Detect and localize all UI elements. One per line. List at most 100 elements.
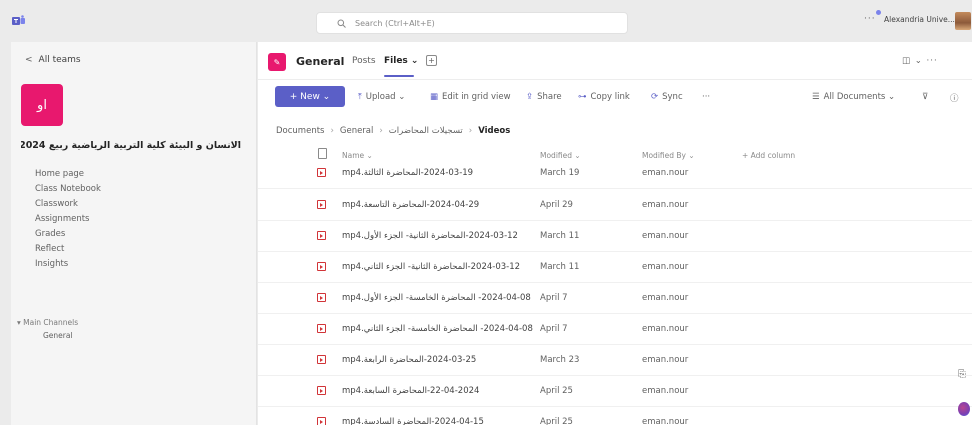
main-channels-heading[interactable]: ▾ Main Channels (17, 318, 78, 327)
file-name[interactable]: 2024-04-15-المحاضرة السادسة.mp4 (342, 417, 484, 425)
grid-icon: ▦ (430, 92, 439, 102)
share-button[interactable]: ⇪ Share (526, 92, 562, 102)
table-row[interactable]: 2024-04-08- المحاضرة الخامسة- الجزء الأو… (258, 283, 972, 314)
table-row[interactable]: 2024-03-19-المحاضرة الثالثة.mp4 March 19… (258, 168, 972, 189)
file-modified: March 11 (540, 262, 580, 272)
channel-title: General (296, 55, 345, 68)
view-icon: ☰ (812, 92, 820, 102)
file-name[interactable]: 2024-04-08- المحاضرة الخامسة- الجزء الثا… (342, 324, 533, 334)
video-file-icon (317, 168, 326, 177)
link-icon: ⊶ (578, 92, 587, 102)
channel-general[interactable]: General (43, 331, 73, 340)
video-file-icon (317, 262, 326, 271)
video-file-icon (317, 386, 326, 395)
team-name: الانسان و البيئة كلية التربية الرياضية ر… (21, 140, 241, 151)
breadcrumb-documents[interactable]: Documents (276, 126, 324, 136)
main-panel: ✎ General Posts Files ⌄ + ◫ ⌄ ··· + New … (258, 42, 972, 425)
tab-posts[interactable]: Posts (352, 56, 376, 66)
sync-button[interactable]: ⟳ Sync (651, 92, 683, 102)
nav-reflect[interactable]: Reflect (35, 242, 101, 257)
file-list: 2024-03-19-المحاضرة الثالثة.mp4 March 19… (258, 168, 972, 425)
new-button[interactable]: + New ⌄ (275, 86, 345, 107)
file-modified: March 23 (540, 355, 580, 365)
table-row[interactable]: 2024-04-29-المحاضرة التاسعة.mp4 April 29… (258, 190, 972, 221)
add-tab-button[interactable]: + (426, 55, 437, 66)
edit-grid-button[interactable]: ▦ Edit in grid view (430, 92, 511, 102)
nav-class-notebook[interactable]: Class Notebook (35, 182, 101, 197)
table-row[interactable]: 2024-04-08- المحاضرة الخامسة- الجزء الثا… (258, 314, 972, 345)
breadcrumb-recordings[interactable]: تسجيلات المحاضرات (389, 126, 463, 136)
file-modified-by: eman.nour (642, 262, 689, 272)
file-name[interactable]: 2024-04-29-المحاضرة التاسعة.mp4 (342, 200, 479, 210)
all-teams-label: All teams (38, 55, 81, 65)
filter-icon[interactable]: ⊽ (922, 92, 928, 102)
file-modified: April 7 (540, 324, 568, 334)
video-file-icon (317, 417, 326, 425)
column-modified[interactable]: Modified ⌄ (540, 151, 581, 160)
copilot-icon[interactable] (958, 402, 970, 416)
nav-classwork[interactable]: Classwork (35, 197, 101, 212)
file-modified-by: eman.nour (642, 324, 689, 334)
table-row[interactable]: 2024-03-25-المحاضرة الرابعة.mp4 March 23… (258, 345, 972, 376)
sync-label: Sync (662, 92, 683, 102)
active-tab-indicator (384, 75, 414, 77)
file-name[interactable]: 2024-03-19-المحاضرة الثالثة.mp4 (342, 168, 473, 178)
team-nav: Home page Class Notebook Classwork Assig… (35, 167, 101, 272)
all-teams-link[interactable]: < All teams (25, 55, 81, 65)
left-panel: < All teams او ··· الانسان و البيئة كلية … (11, 42, 257, 425)
copy-link-button[interactable]: ⊶ Copy link (578, 92, 630, 102)
video-file-icon (317, 355, 326, 364)
file-name[interactable]: 2024-03-12-المحاضرة الثانية- الجزء الأول… (342, 231, 518, 241)
file-name[interactable]: 2024-03-12-المحاضرة الثانية- الجزء الثان… (342, 262, 520, 272)
breadcrumb-separator-icon: › (330, 126, 334, 136)
upload-button[interactable]: ⤒ Upload ⌄ (358, 92, 405, 102)
file-modified: March 11 (540, 231, 580, 241)
team-avatar: او (21, 84, 63, 126)
breadcrumb-separator-icon: › (379, 126, 383, 136)
nav-grades[interactable]: Grades (35, 227, 101, 242)
video-file-icon (317, 200, 326, 209)
video-file-icon (317, 231, 326, 240)
file-name[interactable]: 2024-04-08- المحاضرة الخامسة- الجزء الأو… (342, 293, 531, 303)
search-input[interactable] (355, 16, 615, 31)
share-icon: ⇪ (526, 92, 534, 102)
file-modified: April 7 (540, 293, 568, 303)
column-modified-by[interactable]: Modified By ⌄ (642, 151, 695, 160)
nav-insights[interactable]: Insights (35, 257, 101, 272)
share-label: Share (537, 92, 562, 102)
table-row[interactable]: 2024-04-15-المحاضرة السادسة.mp4 April 25… (258, 407, 972, 425)
chevron-left-icon: < (25, 55, 33, 65)
table-row[interactable]: 2024-03-12-المحاضرة الثانية- الجزء الثان… (258, 252, 972, 283)
breadcrumb-videos: Videos (478, 126, 511, 136)
tab-files[interactable]: Files ⌄ (384, 56, 418, 66)
file-modified-by: eman.nour (642, 231, 689, 241)
view-selector[interactable]: ☰ All Documents ⌄ (812, 92, 895, 102)
sync-icon: ⟳ (651, 92, 659, 102)
column-name[interactable]: Name ⌄ (342, 151, 373, 160)
table-row[interactable]: 22-04-2024-المحاضرة السابعة.mp4 April 25… (258, 376, 972, 407)
file-name[interactable]: 22-04-2024-المحاضرة السابعة.mp4 (342, 386, 479, 396)
breadcrumb-separator-icon: › (468, 126, 473, 136)
file-modified-by: eman.nour (642, 417, 689, 425)
search-box[interactable] (316, 12, 628, 34)
toolbar-more-icon[interactable]: ··· (702, 92, 710, 102)
breadcrumb-general[interactable]: General (340, 126, 374, 136)
channel-header: ✎ General Posts Files ⌄ + ◫ ⌄ ··· (258, 42, 972, 80)
add-column-button[interactable]: + Add column (742, 151, 795, 160)
table-row[interactable]: 2024-03-12-المحاضرة الثانية- الجزء الأول… (258, 221, 972, 252)
nav-home-page[interactable]: Home page (35, 167, 101, 182)
teams-logo-icon[interactable] (12, 15, 25, 26)
user-avatar[interactable] (955, 12, 971, 30)
info-icon[interactable]: ⓘ (950, 92, 959, 104)
translate-icon[interactable]: ⎘ (958, 369, 970, 381)
more-options-icon[interactable]: ··· (864, 14, 876, 24)
file-modified-by: eman.nour (642, 293, 689, 303)
file-name[interactable]: 2024-03-25-المحاضرة الرابعة.mp4 (342, 355, 476, 365)
header-actions[interactable]: ◫ ⌄ ··· (902, 56, 938, 66)
copy-link-label: Copy link (590, 92, 630, 102)
file-modified-by: eman.nour (642, 200, 689, 210)
file-modified: March 19 (540, 168, 580, 178)
nav-assignments[interactable]: Assignments (35, 212, 101, 227)
file-modified: April 25 (540, 386, 573, 396)
account-name[interactable]: Alexandria Unive... (884, 15, 955, 24)
